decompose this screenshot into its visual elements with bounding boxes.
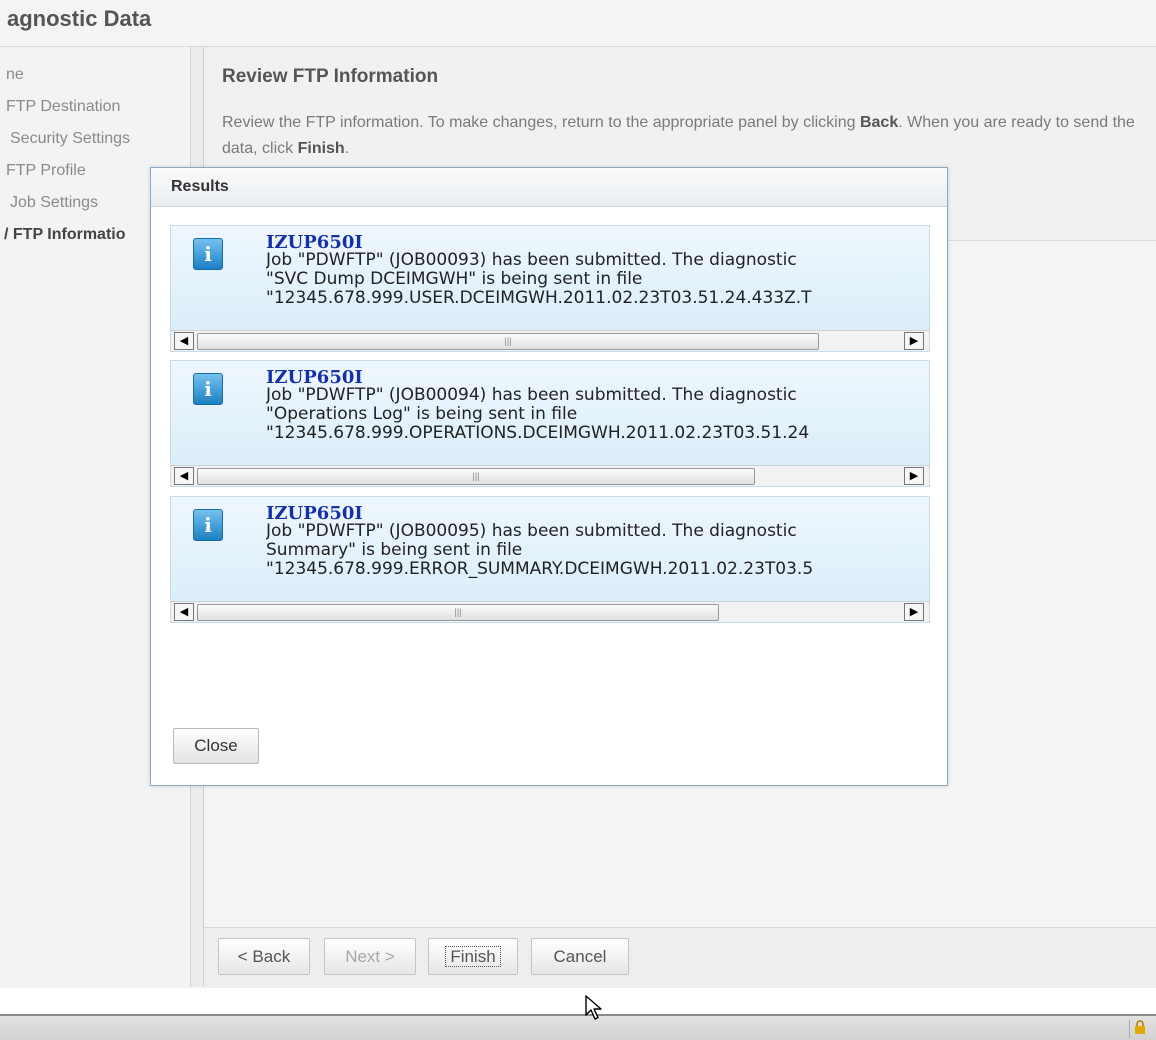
scrollbar-thumb[interactable]: ||| xyxy=(197,468,755,485)
message-text: Job "PDWFTP" (JOB00094) has been submitt… xyxy=(266,386,929,443)
information-icon: i xyxy=(193,509,223,541)
nav-item-job-settings[interactable]: Job Settings xyxy=(10,194,98,212)
nav-item-security-settings[interactable]: Security Settings xyxy=(10,130,130,148)
scroll-right-arrow-icon[interactable]: ▶ xyxy=(904,603,924,621)
result-message: i IZUP650I Job "PDWFTP" (JOB00094) has b… xyxy=(170,360,930,487)
browser-status-bar xyxy=(0,1014,1156,1040)
next-button-label: Next > xyxy=(345,947,395,966)
close-button[interactable]: Close xyxy=(173,728,259,764)
scroll-right-arrow-icon[interactable]: ▶ xyxy=(904,332,924,350)
information-icon: i xyxy=(193,238,223,270)
message-id: IZUP650I xyxy=(266,503,363,524)
finish-button[interactable]: Finish xyxy=(428,938,518,975)
page-bottom-margin xyxy=(0,988,1156,1014)
scrollbar-thumb[interactable]: ||| xyxy=(197,333,819,350)
message-text: Job "PDWFTP" (JOB00095) has been submitt… xyxy=(266,522,929,579)
message-line: Summary" is being sent in file xyxy=(266,540,523,560)
page-header: agnostic Data xyxy=(0,0,1156,47)
description-text-1: Review the FTP information. To make chan… xyxy=(222,114,860,131)
nav-item-review-ftp-information[interactable]: / FTP Informatio xyxy=(4,226,125,244)
mouse-pointer-icon xyxy=(585,995,603,1026)
message-line: "12345.678.999.OPERATIONS.DCEIMGWH.2011.… xyxy=(266,423,810,443)
back-button-label: < Back xyxy=(237,947,291,966)
horizontal-scrollbar[interactable]: ◀ ||| ▶ xyxy=(171,330,929,351)
panel-description: Review the FTP information. To make chan… xyxy=(222,110,1152,162)
information-icon: i xyxy=(193,373,223,405)
result-message: i IZUP650I Job "PDWFTP" (JOB00095) has b… xyxy=(170,496,930,623)
description-finish-label: Finish xyxy=(297,140,345,157)
dialog-title: Results xyxy=(171,178,229,195)
message-id: IZUP650I xyxy=(266,367,363,388)
scroll-right-arrow-icon[interactable]: ▶ xyxy=(904,467,924,485)
message-line: Job "PDWFTP" (JOB00093) has been submitt… xyxy=(266,251,797,270)
description-back-label: Back xyxy=(859,114,899,131)
page-title: agnostic Data xyxy=(7,6,152,31)
results-dialog: Results i IZUP650I Job "PDWFTP" (JOB0009… xyxy=(150,167,948,786)
result-message: i IZUP650I Job "PDWFTP" (JOB00093) has b… xyxy=(170,225,930,352)
message-line: "SVC Dump DCEIMGWH" is being sent in fil… xyxy=(266,269,643,289)
message-line: Job "PDWFTP" (JOB00095) has been submitt… xyxy=(266,522,797,541)
dialog-titlebar[interactable]: Results xyxy=(151,168,947,207)
cancel-button-label: Cancel xyxy=(553,947,607,966)
scrollbar-thumb[interactable]: ||| xyxy=(197,604,719,621)
message-id: IZUP650I xyxy=(266,232,363,253)
description-text-end: . xyxy=(344,140,350,157)
message-text: Job "PDWFTP" (JOB00093) has been submitt… xyxy=(266,251,929,308)
cancel-button[interactable]: Cancel xyxy=(531,938,629,975)
message-line: "12345.678.999.USER.DCEIMGWH.2011.02.23T… xyxy=(266,288,812,308)
scroll-left-arrow-icon[interactable]: ◀ xyxy=(174,332,194,350)
lock-icon xyxy=(1129,1020,1150,1038)
scroll-left-arrow-icon[interactable]: ◀ xyxy=(174,467,194,485)
scroll-left-arrow-icon[interactable]: ◀ xyxy=(174,603,194,621)
message-line: "Operations Log" is being sent in file xyxy=(266,404,578,424)
horizontal-scrollbar[interactable]: ◀ ||| ▶ xyxy=(171,601,929,622)
finish-button-label: Finish xyxy=(445,946,501,967)
next-button[interactable]: Next > xyxy=(324,938,416,975)
nav-item-ftp-profile[interactable]: FTP Profile xyxy=(6,162,86,180)
message-line: "12345.678.999.ERROR_SUMMARY.DCEIMGWH.20… xyxy=(266,559,814,579)
back-button[interactable]: < Back xyxy=(218,938,310,975)
message-line: Job "PDWFTP" (JOB00094) has been submitt… xyxy=(266,386,797,405)
section-title: Review FTP Information xyxy=(222,66,439,87)
nav-item-ftp-destination[interactable]: FTP Destination xyxy=(6,98,120,116)
nav-item-0[interactable]: ne xyxy=(6,66,24,84)
horizontal-scrollbar[interactable]: ◀ ||| ▶ xyxy=(171,465,929,486)
